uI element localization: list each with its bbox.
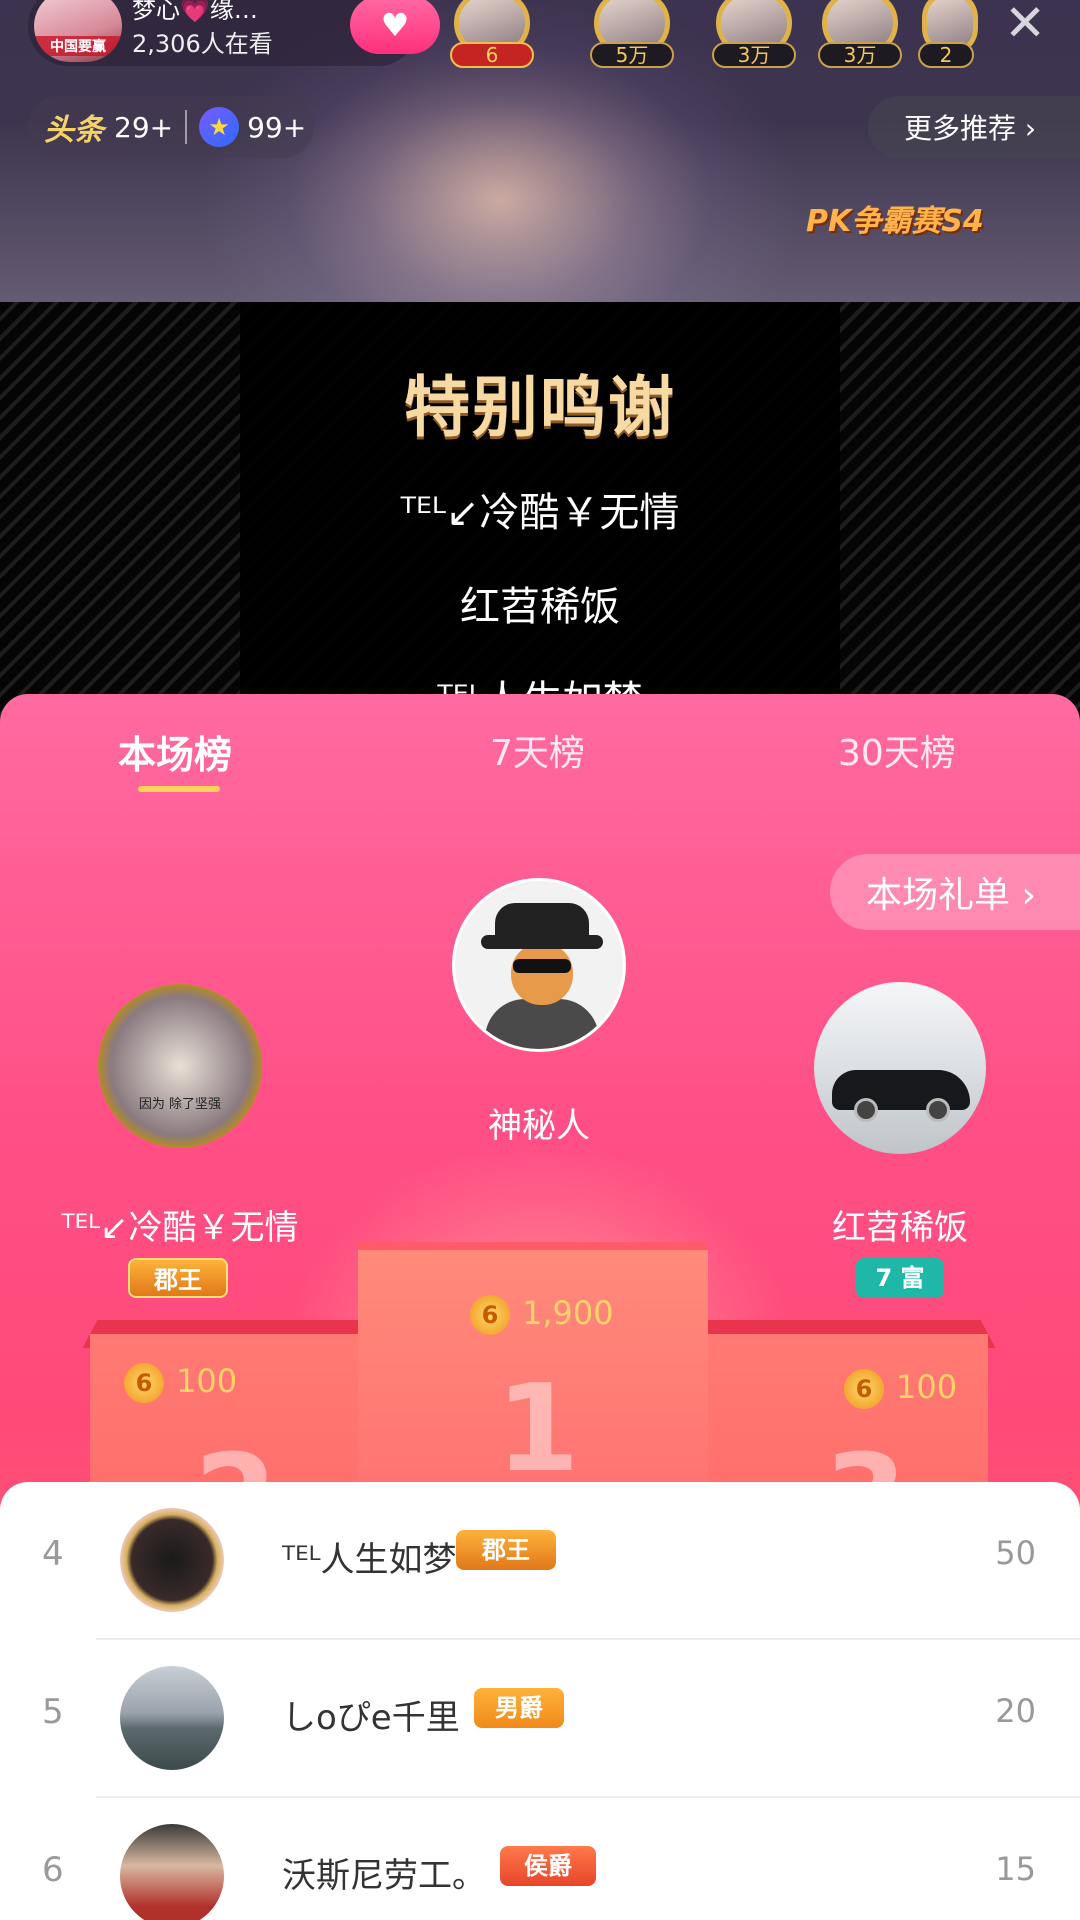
rank-number: 5 <box>42 1692 64 1732</box>
tab-30-days[interactable]: 30天榜 <box>838 724 956 776</box>
more-recommend-button[interactable]: 更多推荐 › <box>868 96 1080 158</box>
coin-value: 100 <box>896 1368 958 1406</box>
fan-count: 6 <box>450 42 534 68</box>
heart-icon[interactable]: ♥ <box>350 0 440 54</box>
host-avatar-tag: 中国要赢 <box>34 36 122 56</box>
fan-count: 2 <box>918 42 974 68</box>
toutiao-count: 29+ <box>114 110 174 144</box>
first-place-avatar[interactable] <box>452 878 626 1052</box>
host-avatar[interactable]: 中国要赢 <box>34 0 122 62</box>
gift-list-button[interactable]: 本场礼单 › <box>830 854 1080 930</box>
stat-pill[interactable]: 头条 29+ ★ 99+ <box>28 96 314 158</box>
first-place-name: 神秘人 <box>488 1106 590 1146</box>
host-name: 梦心💗缘… <box>132 0 258 24</box>
third-place-avatar[interactable] <box>814 982 986 1154</box>
avatar[interactable] <box>120 1508 224 1612</box>
fan-count: 3万 <box>712 42 796 68</box>
score: 50 <box>995 1534 1036 1572</box>
ranking-sheet: 本场榜 7天榜 30天榜 本场礼单 › 2 3 1 神秘人 61,900 因为 … <box>0 694 1080 1920</box>
fan-avatar[interactable]: 2 <box>912 0 982 68</box>
list-item[interactable]: 5 しoぴe千里 男爵 20 <box>0 1640 1080 1798</box>
user-name: ᵀᴱᴸ人生如梦 <box>282 1540 457 1580</box>
fan-count: 3万 <box>818 42 902 68</box>
rank-number: 6 <box>42 1850 64 1890</box>
divider <box>185 110 188 144</box>
coin-icon: 6 <box>124 1363 164 1403</box>
third-place-name: 红苕稀饭 <box>832 1208 968 1248</box>
thanks-title: 特别鸣谢 <box>404 369 676 446</box>
ranking-tabs: 本场榜 7天榜 30天榜 <box>0 694 1080 804</box>
rank-badge: 7 富 <box>856 1258 944 1298</box>
fan-avatar[interactable]: 3万 <box>700 0 808 68</box>
fan-avatar[interactable]: 3万 <box>806 0 914 68</box>
user-name: しoぴe千里 <box>282 1698 460 1738</box>
star-count: 99+ <box>247 110 307 144</box>
list-item[interactable]: 4 ᵀᴱᴸ人生如梦 郡王 50 <box>0 1482 1080 1640</box>
avatar[interactable] <box>120 1666 224 1770</box>
second-place-coins: 6 100 <box>124 1362 237 1403</box>
close-icon[interactable]: ✕ <box>1004 0 1046 52</box>
tab-7-days[interactable]: 7天榜 <box>490 724 585 776</box>
fan-count: 5万 <box>590 42 674 68</box>
coin-icon: 6 <box>844 1369 884 1409</box>
star-icon: ★ <box>199 107 240 147</box>
thanks-name: ᵀᴱᴸ↙冷酷￥无情 <box>400 490 680 536</box>
rank-number: 4 <box>42 1534 64 1574</box>
podium-rank-number: 1 <box>496 1360 580 1499</box>
viewer-count: 2,306人在看 <box>132 30 273 58</box>
live-header: 中国要赢 梦心💗缘… 2,306人在看 ♥ 6 5万 3万 3万 2 ✕ 头条 … <box>0 0 1080 302</box>
rank-badge: 男爵 <box>474 1688 564 1728</box>
active-tab-underline <box>138 786 220 792</box>
avatar-caption: 因为 除了坚强 <box>138 1097 222 1112</box>
third-place-coins: 6 100 <box>844 1368 957 1409</box>
rank-badge: 郡王 <box>456 1530 556 1570</box>
fan-avatar[interactable]: 5万 <box>578 0 686 68</box>
score: 15 <box>995 1850 1036 1888</box>
rank-badge: 郡王 <box>128 1258 228 1298</box>
thanks-name: 红苕稀饭 <box>460 584 620 630</box>
thanks-banner: 特别鸣谢 ᵀᴱᴸ↙冷酷￥无情 红苕稀饭 ᵀᴱᴸ人生如梦 <box>0 302 1080 724</box>
first-place-coins: 6 1,900 <box>470 1294 614 1335</box>
tab-current[interactable]: 本场榜 <box>118 724 232 779</box>
pk-logo: PK争霸赛S4 <box>806 204 984 239</box>
toutiao-icon: 头条 <box>44 113 104 148</box>
score: 20 <box>995 1692 1036 1730</box>
coin-icon: 6 <box>470 1295 510 1335</box>
coin-value: 1,900 <box>522 1294 614 1332</box>
ranking-list: 4 ᵀᴱᴸ人生如梦 郡王 50 5 しoぴe千里 男爵 20 6 沃斯尼劳工。 … <box>0 1482 1080 1920</box>
rank-badge: 侯爵 <box>500 1846 596 1886</box>
user-name: 沃斯尼劳工。 <box>282 1856 486 1896</box>
list-item[interactable]: 6 沃斯尼劳工。 侯爵 15 <box>0 1798 1080 1920</box>
second-place-avatar[interactable]: 因为 除了坚强 <box>98 984 262 1148</box>
second-place-name: ᵀᴱᴸ↙冷酷￥无情 <box>61 1208 299 1248</box>
fan-avatar[interactable]: 6 <box>438 0 546 68</box>
coin-value: 100 <box>176 1362 238 1400</box>
avatar[interactable] <box>120 1824 224 1920</box>
host-info-pill[interactable]: 中国要赢 梦心💗缘… 2,306人在看 ♥ <box>28 0 440 66</box>
